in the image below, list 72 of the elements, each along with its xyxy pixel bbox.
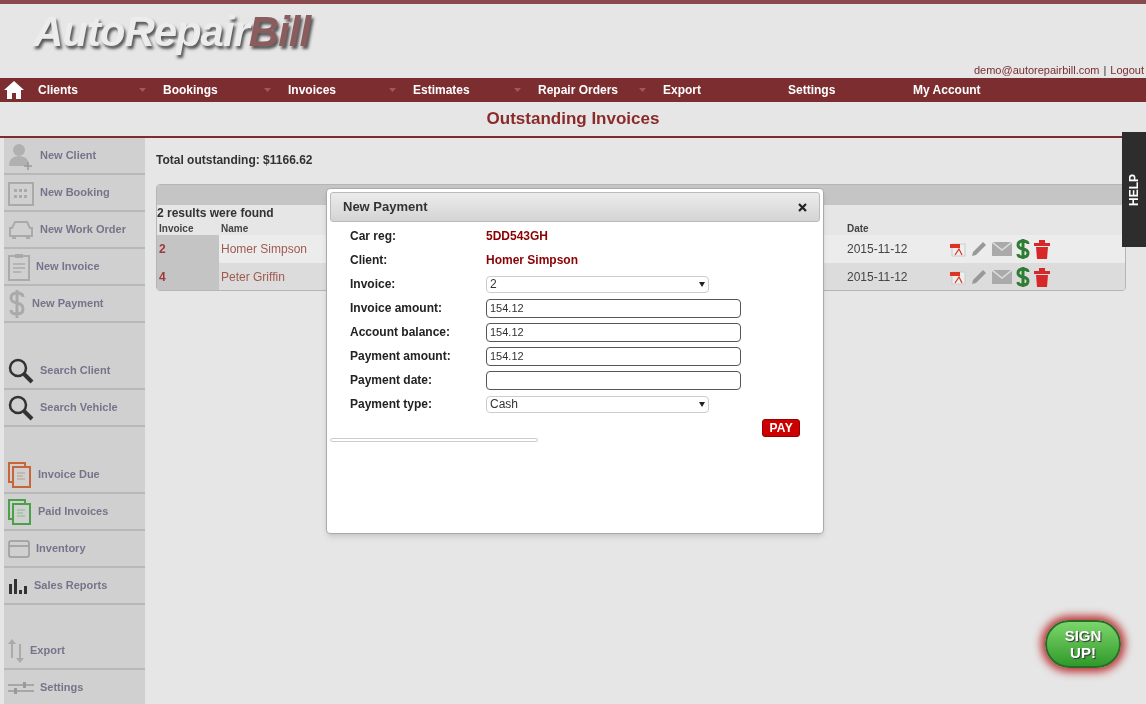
field-value: 5DD543GH bbox=[486, 228, 550, 245]
separator: | bbox=[1103, 63, 1107, 78]
sidebar-item[interactable]: New Client bbox=[4, 138, 145, 175]
input-field[interactable] bbox=[486, 370, 741, 390]
field-label: Payment type: bbox=[350, 396, 434, 413]
field-label: Account balance: bbox=[350, 324, 452, 341]
nav-link[interactable]: Export bbox=[663, 81, 701, 99]
trash-icon[interactable] bbox=[1034, 267, 1050, 287]
nav-link[interactable]: Invoices bbox=[288, 81, 337, 99]
close-icon[interactable] bbox=[798, 202, 807, 212]
field-label: Client: bbox=[350, 252, 389, 269]
dropdown[interactable]: 2 bbox=[486, 275, 709, 293]
car-icon bbox=[8, 219, 34, 240]
caret-icon bbox=[699, 281, 705, 287]
table-cell-text: 2015-11-12 bbox=[846, 269, 909, 286]
help-tab[interactable]: HELP bbox=[1122, 132, 1146, 247]
invoice-number[interactable]: 4 bbox=[157, 263, 219, 290]
field-label: Payment amount: bbox=[350, 348, 452, 365]
home-icon[interactable] bbox=[3, 80, 25, 100]
nav-link[interactable]: Settings bbox=[788, 81, 836, 99]
column-header: Invoice bbox=[159, 222, 194, 234]
input-field[interactable]: 154.12 bbox=[486, 298, 741, 318]
sidebar-item[interactable]: New Invoice bbox=[4, 249, 145, 286]
table-cell-text: 2015-11-12 bbox=[846, 241, 909, 258]
trash-icon[interactable] bbox=[1034, 239, 1050, 259]
documents-icon bbox=[8, 461, 32, 488]
documents-icon bbox=[8, 498, 32, 525]
clipboard-icon bbox=[8, 252, 30, 281]
sidebar-item[interactable]: Sales Reports bbox=[4, 568, 145, 605]
sidebar-item[interactable]: Search Client bbox=[4, 353, 145, 390]
total-outstanding: Total outstanding: $1166.62 bbox=[156, 152, 314, 169]
nav-link[interactable]: Bookings bbox=[163, 81, 218, 99]
pencil-icon[interactable] bbox=[970, 268, 988, 286]
email-link[interactable]: demo@autorepairbill.com bbox=[973, 62, 1100, 79]
arrows-icon bbox=[8, 637, 24, 664]
results-count: 2 results were found bbox=[157, 206, 274, 221]
bar-chart-icon bbox=[8, 577, 28, 594]
pdf-icon[interactable] bbox=[950, 241, 966, 257]
field-label: Car reg: bbox=[350, 228, 397, 245]
nav-link[interactable]: Repair Orders bbox=[538, 81, 619, 99]
pencil-icon[interactable] bbox=[970, 240, 988, 258]
pdf-icon[interactable] bbox=[950, 269, 966, 285]
column-header: Name bbox=[221, 222, 249, 234]
box-icon bbox=[8, 539, 30, 558]
person-add-icon bbox=[8, 141, 34, 170]
dropdown[interactable]: Cash bbox=[486, 395, 709, 413]
page-title: Outstanding Invoices bbox=[486, 108, 660, 131]
dollar-icon[interactable] bbox=[1016, 267, 1030, 287]
search-icon bbox=[8, 394, 34, 421]
nav-link[interactable]: Clients bbox=[38, 81, 78, 99]
input-field[interactable]: 154.12 bbox=[486, 322, 741, 342]
field-label: Invoice amount: bbox=[350, 300, 443, 317]
field-label: Payment date: bbox=[350, 372, 434, 389]
column-header: Date bbox=[847, 222, 869, 234]
dollar-icon bbox=[8, 288, 26, 319]
calendar-icon bbox=[8, 179, 34, 206]
sidebar-item[interactable]: New Booking bbox=[4, 175, 145, 212]
sidebar-item[interactable]: New Work Order bbox=[4, 212, 145, 249]
invoice-number[interactable]: 2 bbox=[157, 235, 219, 263]
field-label: Invoice: bbox=[350, 276, 397, 293]
sidebar-item[interactable]: Search Vehicle bbox=[4, 390, 145, 427]
search-icon bbox=[8, 357, 34, 384]
sliders-icon bbox=[8, 681, 34, 694]
caret-icon bbox=[699, 401, 705, 407]
logout-link[interactable]: Logout bbox=[1110, 62, 1144, 79]
input-field[interactable]: 154.12 bbox=[486, 346, 741, 366]
nav-link[interactable]: Estimates bbox=[413, 81, 470, 99]
dollar-icon[interactable] bbox=[1016, 239, 1030, 259]
pay-button[interactable]: PAY bbox=[762, 419, 800, 437]
dialog-title: New Payment bbox=[343, 198, 428, 217]
nav-link[interactable]: My Account bbox=[913, 81, 981, 99]
field-value: Homer Simpson bbox=[486, 252, 579, 269]
